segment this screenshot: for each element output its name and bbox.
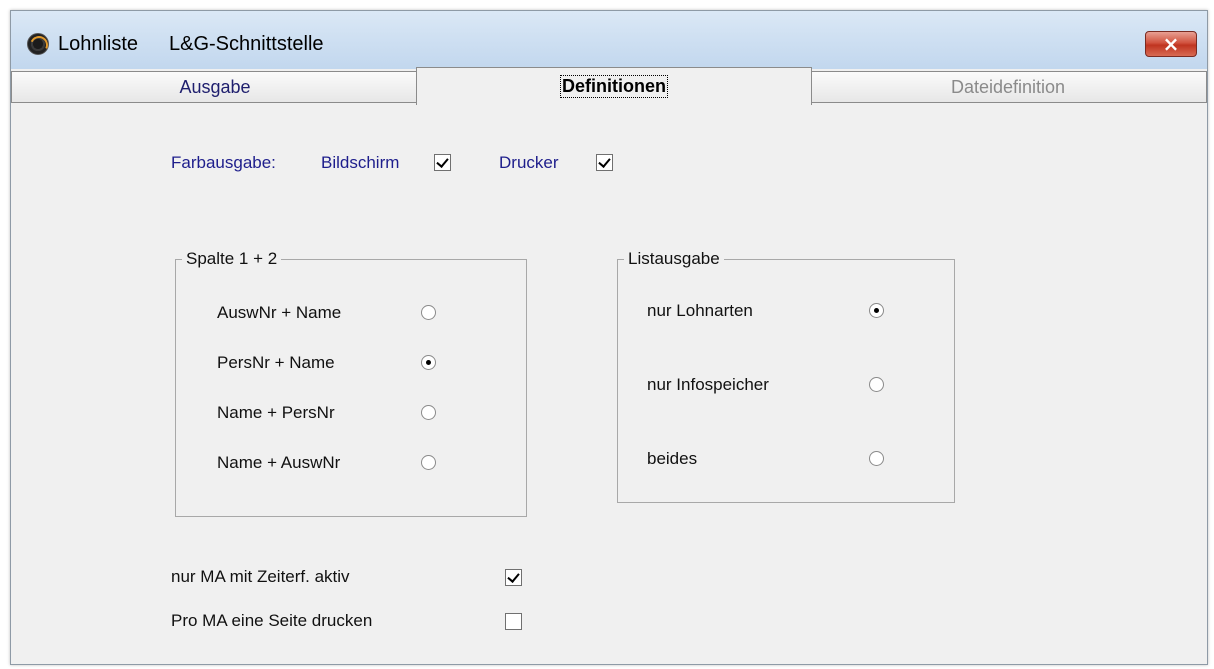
radio-label-beides: beides <box>647 449 698 468</box>
tab-label: Definitionen <box>560 75 668 98</box>
screen-checkbox[interactable] <box>434 154 451 171</box>
radio-nur-lohnarten[interactable] <box>869 303 884 318</box>
printer-checkbox[interactable] <box>596 154 613 171</box>
tab-definitionen[interactable]: Definitionen <box>416 67 812 105</box>
radio-beides[interactable] <box>869 451 884 466</box>
dialog-window: Lohnliste L&G-Schnittstelle × Ausgabe De… <box>10 10 1208 665</box>
app-logo-icon <box>27 33 49 55</box>
page-per-employee-label: Pro MA eine Seite drucken <box>171 611 373 630</box>
radio-persnr-name[interactable] <box>421 355 436 370</box>
active-only-label: nur MA mit Zeiterf. aktiv <box>171 567 350 586</box>
page-per-employee-checkbox[interactable] <box>505 613 522 630</box>
column-groupbox: Spalte 1 + 2 <box>175 249 527 517</box>
radio-label-nur-infospeicher: nur Infospeicher <box>647 375 769 394</box>
column-group-title: Spalte 1 + 2 <box>182 249 282 269</box>
tab-label: Ausgabe <box>179 77 251 97</box>
screen-label: Bildschirm <box>321 153 400 172</box>
radio-auswnr-name[interactable] <box>421 305 436 320</box>
radio-label-name-persnr: Name + PersNr <box>217 403 335 422</box>
radio-name-auswnr[interactable] <box>421 455 436 470</box>
title-bar[interactable]: Lohnliste L&G-Schnittstelle × <box>11 11 1207 69</box>
tab-dateidefinition[interactable]: Dateidefinition <box>809 71 1207 103</box>
tab-label: Dateidefinition <box>950 77 1066 97</box>
definitionen-panel: Farbausgabe: Bildschirm Drucker Spalte 1… <box>11 102 1207 664</box>
close-icon: × <box>1162 32 1180 56</box>
radio-name-persnr[interactable] <box>421 405 436 420</box>
window-title: L&G-Schnittstelle <box>169 33 324 55</box>
window-app-name: Lohnliste <box>58 33 139 55</box>
tab-ausgabe[interactable]: Ausgabe <box>11 71 419 103</box>
color-output-label: Farbausgabe: <box>171 153 276 172</box>
radio-label-nur-lohnarten: nur Lohnarten <box>647 301 753 320</box>
active-only-checkbox[interactable] <box>505 569 522 586</box>
radio-label-persnr-name: PersNr + Name <box>217 353 335 372</box>
radio-label-auswnr-name: AuswNr + Name <box>217 303 342 322</box>
radio-label-name-auswnr: Name + AuswNr <box>217 453 341 472</box>
tab-strip: Ausgabe Definitionen Dateidefinition <box>11 67 1207 105</box>
close-button[interactable]: × <box>1145 31 1197 57</box>
list-group-title: Listausgabe <box>624 249 724 269</box>
radio-nur-infospeicher[interactable] <box>869 377 884 392</box>
printer-label: Drucker <box>499 153 559 172</box>
